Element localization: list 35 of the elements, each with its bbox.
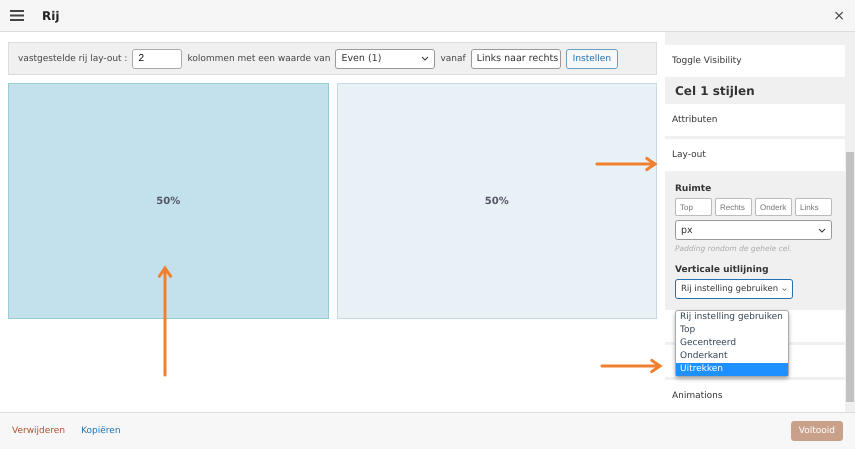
panel-row[interactable]: Animations	[665, 380, 845, 412]
chevron-icon	[782, 286, 787, 292]
dropdown-option[interactable]: Top	[676, 324, 788, 337]
spacing-field[interactable]: Onderk	[755, 198, 792, 216]
chevron-icon	[421, 56, 430, 61]
panel-row[interactable]: Lay-out	[665, 139, 845, 171]
panel-row[interactable]: Attributen	[665, 104, 845, 136]
spacing-label: Ruimte	[675, 184, 712, 194]
menu-icon[interactable]	[10, 10, 24, 21]
layout-cell[interactable]: 50%	[336, 83, 657, 319]
apply-button[interactable]: Instellen	[566, 48, 618, 68]
dropdown-option[interactable]: Onderkant	[676, 350, 788, 363]
spacing-field[interactable]: Top	[675, 198, 712, 216]
dropdown-option[interactable]: Rij instelling gebruiken	[676, 311, 788, 324]
window-title: Rij	[42, 8, 60, 22]
from-label: vanaf	[440, 54, 466, 64]
alignment-select[interactable]: Rij instelling gebruiken	[675, 279, 793, 299]
ratio-select[interactable]: Even (1)	[335, 48, 436, 68]
layout-label: vastgestelde rij lay-out :	[18, 54, 128, 64]
scrollbar[interactable]	[845, 32, 855, 412]
spacing-field[interactable]: Rechts	[715, 198, 752, 216]
panel-row[interactable]: Toggle Visibility	[665, 45, 845, 77]
delete-link[interactable]: Verwijderen	[12, 426, 66, 436]
section-heading: Cel 1 stijlen	[674, 82, 756, 100]
direction-select[interactable]: Links naar rechts	[470, 48, 561, 68]
unit-select[interactable]: px	[675, 220, 832, 240]
layout-cell[interactable]: 50%	[8, 83, 328, 319]
dropdown-option[interactable]: Gecentreerd	[676, 337, 788, 350]
spacing-field[interactable]: Links	[795, 198, 832, 216]
columns-label: kolommen met een waarde van	[187, 54, 330, 64]
alignment-label: Verticale uitlijning	[675, 265, 770, 275]
copy-link[interactable]: Kopiëren	[81, 426, 121, 436]
chevron-icon	[818, 228, 826, 232]
columns-field[interactable]: 2	[132, 48, 182, 68]
close-button[interactable]: ×	[833, 8, 845, 24]
